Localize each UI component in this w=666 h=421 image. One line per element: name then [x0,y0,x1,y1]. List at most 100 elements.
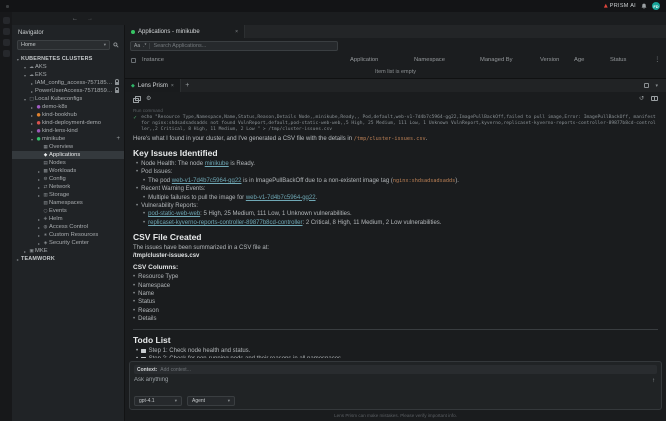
prism-tab-bar: ◆ Lens Prism × + ▾ [125,79,666,92]
csv-column-item: • Status [133,298,658,306]
column-managed-by[interactable]: Managed By [480,57,540,63]
inline-link[interactable]: replicaset-kyverno-reports-controller-89… [148,220,302,226]
issue-item: • Multiple failures to pull the image fo… [133,194,658,202]
bell-icon[interactable] [641,3,647,9]
tree-item[interactable]: ▸ TEAMWORK [12,255,124,263]
hotbar-item[interactable] [3,28,10,35]
inline-link[interactable]: web-v1-7d4b7c5964-gg22 [172,178,242,184]
command-text: echo "Resource Type,Namespace,Name,Statu… [141,115,658,133]
inline-code: /tmp/cluster-issues.csv [354,136,426,142]
column-status[interactable]: Status [610,57,648,63]
tree-item[interactable]: ▾ ☁ EKS [12,71,124,79]
mode-select[interactable]: Agent ▾ [187,396,235,406]
tree-item[interactable]: ▸ ● kind-deployment-demo [12,119,124,127]
column-age[interactable]: Age [574,57,610,63]
add-icon[interactable]: + [116,136,121,142]
inline-link[interactable]: pod-static-web-web [148,211,200,217]
applications-icon: ◆ [42,153,49,158]
csv-column-item: • Details [133,315,658,323]
tree-item-label: PowerUserAccess-757185909751 [35,88,115,94]
new-chat-button[interactable]: + [181,79,194,92]
tree-item[interactable]: ▸ ▥ Storage [12,191,124,199]
column-instance[interactable]: Instance [142,57,350,63]
tree-item[interactable]: ▸ ▩ Workloads [12,167,124,175]
hotbar-item[interactable] [3,50,10,57]
hotbar-item[interactable] [3,39,10,46]
divider [149,43,150,49]
inline-link[interactable]: web-v1-7d4b7c5964-gg22 [246,195,316,201]
column-application[interactable]: Application [350,57,414,63]
column-namespace[interactable]: Namespace [414,57,480,63]
tree-item[interactable]: ◆ Applications [12,151,124,159]
tree-item[interactable]: ▸ PowerUserAccess-757185909751 [12,87,124,95]
close-icon[interactable]: × [235,29,238,35]
tree-item[interactable]: ▧ Namespaces [12,199,124,207]
tab-applications-minikube[interactable]: Applications - minikube × [125,25,245,38]
mke-icon: ▣ [28,249,35,254]
tree-item[interactable]: ▸ ⇄ Network [12,183,124,191]
tree-item-label: Overview [49,144,73,150]
regex-button[interactable]: .* [143,43,146,49]
context-placeholder: Add context... [160,367,191,373]
layout-columns-icon[interactable] [651,96,658,101]
hotbar-item[interactable] [3,17,10,24]
tree-item[interactable]: ▸ ● demo-k8s [12,103,124,111]
prism-icon: ◆ [131,83,135,89]
collapse-chevron-icon[interactable]: ▾ [655,83,658,89]
tree-item[interactable]: ▾ KUBERNETES CLUSTERS [12,55,124,63]
tree-item-label: EKS [35,72,47,78]
tree-item[interactable]: ▸ ⚙ Config [12,175,124,183]
navigator-scope-dropdown[interactable]: Home ▾ [17,40,110,50]
tree-item[interactable]: ▸ ● kind-lens-kind [12,127,124,135]
navigator-title: Navigator [12,25,124,40]
tree-item[interactable]: ▸ ▣ MKE [12,247,124,255]
divider [133,329,658,330]
csv-column-label: Details [138,315,156,323]
tree-item[interactable]: ○ Events [12,207,124,215]
warning-icon[interactable]: ▲ [604,4,608,9]
avatar[interactable]: FD [652,2,660,10]
inline-text: . [316,195,318,201]
tree-item-label: Config [49,176,66,182]
tree-item[interactable]: ▾ □ Local Kubeconfigs [12,95,124,103]
expand-icon[interactable] [644,83,649,88]
search-input[interactable] [153,43,334,49]
todo-label: Step 2: Check for non-running pods and t… [149,355,343,358]
tree-item[interactable]: ▸ IAM_config_access-757185909751 [12,79,124,87]
inline-text: is in ImagePullBackOff due to a non-exis… [242,178,393,184]
settings-gear-icon[interactable]: ⚙ [146,96,151,102]
tree-item[interactable]: ▸ ● kind-bookhub [12,111,124,119]
tree-item[interactable]: ▸ ∗ Custom Resources [12,231,124,239]
select-all-checkbox[interactable] [131,58,136,63]
bullet-icon: • [136,185,138,193]
match-case-button[interactable]: Aa [134,43,140,49]
ask-input[interactable] [134,377,652,383]
inline-link[interactable]: minikube [205,161,229,167]
empty-list-message: Item list is empty [125,66,666,78]
send-icon[interactable]: ↑ [652,377,657,384]
csv-column-label: Namespace [138,282,170,290]
tree-item[interactable]: ▸ ◍ Access Control [12,223,124,231]
tree-item-label: Applications [49,152,80,158]
tree-item[interactable]: ▾ ☁ AKS [12,63,124,71]
section-title-csv-created: CSV File Created [133,232,658,242]
todo-checkbox[interactable] [141,349,146,354]
close-icon[interactable]: × [171,83,174,89]
column-version[interactable]: Version [540,57,574,63]
tree-item[interactable]: ▸ ◈ Security Center [12,239,124,247]
model-select[interactable]: gpt-4.1 ▾ [134,396,182,406]
todo-checkbox[interactable] [141,357,146,358]
tree-item[interactable]: ▾ ● minikube + [12,135,124,143]
tree-item[interactable]: ▸ ⎈ Helm [12,215,124,223]
table-menu-icon[interactable]: ⋮ [648,57,660,63]
lens-prism-panel: ◆ Lens Prism × + ▾ [125,78,666,421]
search-icon[interactable] [113,42,119,48]
tree-item[interactable]: ▤ Nodes [12,159,124,167]
tree-item[interactable]: ▦ Overview [12,143,124,151]
back-button[interactable]: ← [72,16,78,22]
forward-button[interactable]: → [87,16,93,22]
context-button[interactable]: Context: Add context... [134,365,657,374]
history-icon[interactable]: ↺ [639,96,644,102]
tab-lens-prism[interactable]: ◆ Lens Prism × [125,79,181,92]
copy-icon[interactable] [133,96,139,102]
